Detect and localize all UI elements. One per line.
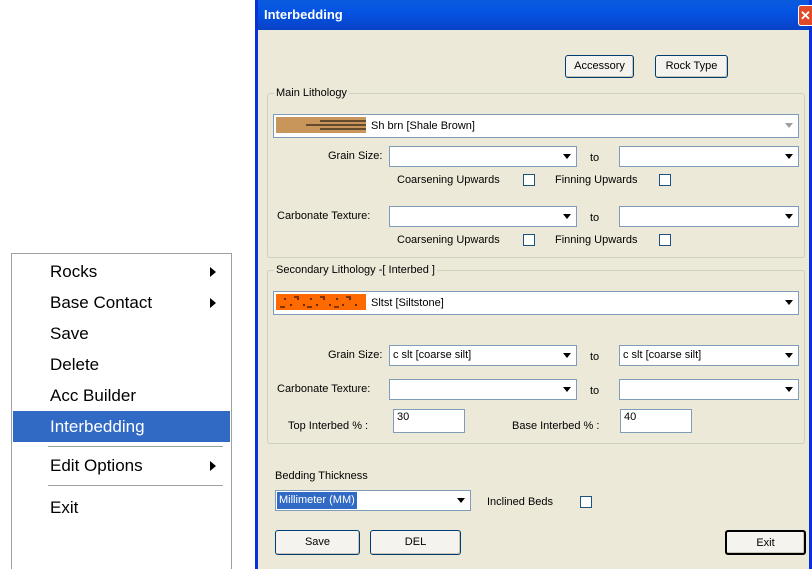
grain-size-label: Grain Size: bbox=[328, 349, 383, 361]
carbonate-texture-label: Carbonate Texture: bbox=[277, 383, 371, 395]
to-label: to bbox=[590, 152, 600, 164]
dropdown-arrow-icon[interactable] bbox=[558, 208, 575, 225]
main-finning-upwards-checkbox[interactable] bbox=[659, 174, 671, 186]
group-label: Main Lithology bbox=[274, 87, 349, 99]
del-button[interactable]: DEL bbox=[370, 530, 461, 555]
dropdown-arrow-icon[interactable] bbox=[780, 148, 797, 165]
top-interbed-input[interactable]: 30 bbox=[393, 409, 465, 433]
select-value: Millimeter (MM) bbox=[277, 492, 357, 509]
main-carbonate-from-select[interactable] bbox=[389, 206, 577, 227]
secondary-lithology-select[interactable]: Sltst [Siltstone] bbox=[273, 291, 799, 315]
dropdown-arrow-icon[interactable] bbox=[780, 117, 797, 134]
finning-upwards-label: Finning Upwards bbox=[555, 234, 638, 246]
dropdown-arrow-icon[interactable] bbox=[780, 208, 797, 225]
menu-item-label: Interbedding bbox=[50, 417, 145, 436]
select-value: c slt [coarse silt] bbox=[393, 349, 472, 361]
save-button[interactable]: Save bbox=[275, 530, 360, 555]
grain-size-label: Grain Size: bbox=[328, 150, 383, 162]
dropdown-arrow-icon[interactable] bbox=[452, 492, 469, 509]
menu-item-label: Acc Builder bbox=[50, 386, 136, 405]
secondary-lithology-group: Secondary Lithology -[ Interbed ] Sltst … bbox=[267, 264, 805, 444]
base-interbed-label: Base Interbed % : bbox=[512, 420, 600, 432]
secondary-carbonate-to-select[interactable] bbox=[619, 379, 799, 400]
dropdown-arrow-icon[interactable] bbox=[780, 294, 797, 311]
interbedding-dialog: Interbedding Accessory Rock Type Main Li… bbox=[255, 0, 812, 569]
accessory-button[interactable]: Accessory bbox=[565, 55, 634, 78]
menu-item-rocks[interactable]: Rocks bbox=[13, 256, 230, 287]
top-interbed-label: Top Interbed % : bbox=[288, 420, 369, 432]
dropdown-arrow-icon[interactable] bbox=[780, 347, 797, 364]
menu-item-edit-options[interactable]: Edit Options bbox=[13, 450, 230, 481]
to-label: to bbox=[590, 351, 600, 363]
menu-item-label: Rocks bbox=[50, 262, 98, 281]
submenu-arrow-icon bbox=[210, 461, 216, 471]
finning-upwards-label: Finning Upwards bbox=[555, 174, 638, 186]
submenu-arrow-icon bbox=[210, 298, 216, 308]
inclined-beds-label: Inclined Beds bbox=[487, 496, 554, 508]
coarsening-upwards-label: Coarsening Upwards bbox=[397, 174, 500, 186]
menu-separator bbox=[48, 485, 223, 487]
secondary-grain-size-to-select[interactable]: c slt [coarse silt] bbox=[619, 345, 799, 366]
base-interbed-input[interactable]: 40 bbox=[620, 409, 692, 433]
main-grain-size-from-select[interactable] bbox=[389, 146, 577, 167]
main-carbonate-to-select[interactable] bbox=[619, 206, 799, 227]
to-label: to bbox=[590, 212, 600, 224]
menu-item-label: Save bbox=[50, 324, 89, 343]
dropdown-arrow-icon[interactable] bbox=[558, 381, 575, 398]
close-icon[interactable] bbox=[798, 5, 812, 26]
lithology-pattern-swatch bbox=[276, 294, 366, 310]
lithology-pattern-swatch bbox=[276, 117, 366, 133]
main-carbonate-finning-checkbox[interactable] bbox=[659, 234, 671, 246]
context-menu: Rocks Base Contact Save Delete Acc Build… bbox=[11, 253, 232, 569]
menu-item-save[interactable]: Save bbox=[13, 318, 230, 349]
secondary-grain-size-from-select[interactable]: c slt [coarse silt] bbox=[389, 345, 577, 366]
main-coarsening-upwards-checkbox[interactable] bbox=[523, 174, 535, 186]
menu-item-delete[interactable]: Delete bbox=[13, 349, 230, 380]
title-bar: Interbedding bbox=[258, 0, 812, 30]
rock-type-button[interactable]: Rock Type bbox=[655, 55, 728, 78]
to-label: to bbox=[590, 385, 600, 397]
menu-item-label: Edit Options bbox=[50, 456, 143, 475]
menu-item-base-contact[interactable]: Base Contact bbox=[13, 287, 230, 318]
menu-item-acc-builder[interactable]: Acc Builder bbox=[13, 380, 230, 411]
menu-item-exit[interactable]: Exit bbox=[13, 492, 230, 523]
menu-item-label: Exit bbox=[50, 498, 79, 517]
menu-item-label: Delete bbox=[50, 355, 100, 374]
main-lithology-group: Main Lithology Sh brn [Shale Brown] Grai… bbox=[267, 87, 805, 258]
menu-item-label: Base Contact bbox=[50, 293, 153, 312]
carbonate-texture-label: Carbonate Texture: bbox=[277, 210, 371, 222]
select-value: c slt [coarse silt] bbox=[623, 349, 702, 361]
group-label: Secondary Lithology -[ Interbed ] bbox=[274, 264, 437, 276]
bedding-thickness-select[interactable]: Millimeter (MM) bbox=[275, 490, 471, 511]
bedding-thickness-label: Bedding Thickness bbox=[275, 470, 368, 482]
menu-item-interbedding[interactable]: Interbedding bbox=[13, 411, 230, 442]
coarsening-upwards-label: Coarsening Upwards bbox=[397, 234, 500, 246]
secondary-carbonate-from-select[interactable] bbox=[389, 379, 577, 400]
main-lithology-value: Sh brn [Shale Brown] bbox=[371, 120, 475, 132]
dropdown-arrow-icon[interactable] bbox=[558, 148, 575, 165]
exit-button[interactable]: Exit bbox=[725, 530, 806, 555]
dropdown-arrow-icon[interactable] bbox=[558, 347, 575, 364]
main-carbonate-coarsening-checkbox[interactable] bbox=[523, 234, 535, 246]
secondary-lithology-value: Sltst [Siltstone] bbox=[371, 297, 444, 309]
submenu-arrow-icon bbox=[210, 267, 216, 277]
inclined-beds-checkbox[interactable] bbox=[580, 496, 592, 508]
main-grain-size-to-select[interactable] bbox=[619, 146, 799, 167]
dialog-title: Interbedding bbox=[264, 7, 343, 22]
main-lithology-select[interactable]: Sh brn [Shale Brown] bbox=[273, 114, 799, 138]
menu-separator bbox=[48, 446, 223, 448]
dropdown-arrow-icon[interactable] bbox=[780, 381, 797, 398]
